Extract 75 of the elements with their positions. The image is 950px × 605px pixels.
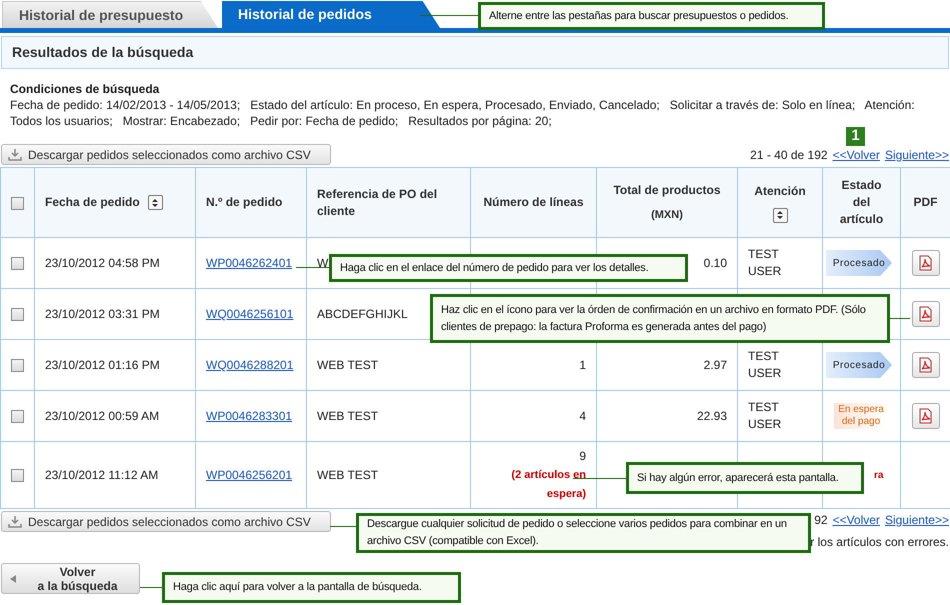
order-date: 23/10/2012 01:16 PM (45, 358, 160, 372)
order-date: 23/10/2012 11:12 AM (45, 468, 158, 482)
checkbox[interactable] (11, 196, 24, 210)
checkbox[interactable] (11, 308, 24, 322)
csv-download-button[interactable]: Descargar pedidos seleccionados como archivo CSV (1, 511, 331, 532)
on-hold-note: (2 artículos en espera) (510, 468, 586, 502)
column-header[interactable]: N.º de pedido (206, 194, 282, 211)
download-icon (8, 514, 22, 528)
tab[interactable]: Historial de presupuesto (2, 1, 218, 28)
pdf-button[interactable] (912, 250, 940, 276)
step-badge: 1 (846, 127, 865, 146)
error-note: r los artículos con errores. (810, 534, 949, 551)
po-reference: ABCDEFGHIJKL (317, 307, 408, 321)
callout-text: Si hay algún error, aparecerá esta pantalla. (637, 470, 839, 486)
left-arrow-icon (10, 574, 16, 582)
column-subheader: (MXN) (650, 208, 684, 222)
back-to-search-button[interactable]: Volver a la búsqueda (1, 563, 140, 594)
result-range: 21 - 40 de 192 (750, 147, 828, 164)
checkbox[interactable] (11, 359, 24, 372)
callout-text: Haz clic en el ícono para ver la órden de confirmación en un archivo en formato PDF. (Sólo clientes de prepago: la factura Proforma es generada antes del pago) (441, 302, 867, 334)
status-label: Procesado (826, 250, 892, 276)
po-reference: WEB TEST (317, 358, 378, 372)
column-header[interactable]: PDF (914, 194, 938, 211)
download-icon (8, 148, 22, 162)
column-header[interactable]: Atención (754, 182, 806, 200)
csv-download-button[interactable]: Descargar pedidos seleccionados como archivo CSV (1, 144, 331, 165)
sort-button[interactable] (148, 195, 163, 210)
previous-link[interactable]: <<Volver (832, 511, 880, 529)
tab[interactable]: Historial de pedidos (222, 1, 440, 28)
pdf-icon (918, 255, 933, 271)
product-total: 0.10 (704, 256, 727, 270)
po-reference: WEB TEST (317, 468, 378, 482)
order-date: 23/10/2012 00:59 AM (45, 409, 160, 423)
column-header[interactable]: Número de líneas (483, 194, 584, 211)
previous-link[interactable]: <<Volver (832, 146, 880, 164)
checkbox[interactable] (11, 257, 24, 270)
attention-name: TEST USER (748, 348, 782, 382)
next-link[interactable]: Siguiente>> (884, 511, 949, 529)
product-total: 2.97 (704, 358, 727, 372)
conditions-title: Condiciones de búsqueda (10, 81, 160, 97)
section-title: Resultados de la búsqueda (12, 43, 194, 62)
pdf-icon (918, 306, 933, 322)
line-count: 1 (578, 356, 586, 374)
attention-name: TEST USER (748, 399, 782, 433)
sort-icon (151, 198, 160, 208)
attention-name: TEST USER (748, 246, 782, 280)
column-header[interactable]: Estado del artículo (836, 177, 886, 228)
sort-icon (776, 210, 784, 220)
pdf-icon (918, 408, 933, 424)
order-date: 23/10/2012 04:58 PM (45, 256, 160, 270)
result-range: 92 (814, 512, 828, 529)
pdf-button[interactable] (912, 301, 940, 327)
column-header[interactable]: Fecha de pedido (45, 194, 140, 211)
checkbox[interactable] (11, 410, 24, 424)
order-number-link[interactable]: WP0046256201 (206, 468, 292, 482)
po-reference: W (317, 256, 328, 270)
next-link[interactable]: Siguiente>> (884, 146, 949, 164)
conditions-text: Fecha de pedido: 14/02/2013 - 14/05/2013; Estado del artículo: En proceso, En espera, Procesado, Enviado, Cancelado; Solicitar a través de: Solo en línea; Atención: Todos los usuarios; Mostrar: Encabezado; Pedir por: Fecha de pedido; Resultados por página: 20; (10, 97, 916, 129)
status-label: Procesado (826, 352, 892, 378)
po-reference: WEB TEST (317, 409, 378, 423)
line-count: 4 (578, 408, 586, 424)
callout-text: Descargue cualquier solicitud de pedido o seleccione varios pedidos para combinar en un archivo CSV (compatible con Excel). (367, 517, 788, 549)
callout-text: Haga clic aquí para volver a la pantalla de búsqueda. (173, 580, 422, 595)
order-date: 23/10/2012 03:31 PM (45, 307, 160, 321)
product-total: 22.93 (696, 409, 727, 423)
callout-text: Haga clic en el enlace del número de pedido para ver los detalles. (340, 260, 648, 276)
pdf-button[interactable] (912, 352, 940, 378)
checkbox[interactable] (11, 469, 24, 482)
pdf-button[interactable] (912, 403, 940, 429)
callout-text: Alterne entre las pestañas para buscar presupuestos o pedidos. (489, 8, 788, 24)
column-header[interactable]: Referencia de PO del cliente (317, 186, 460, 220)
column-header[interactable]: Total de productos (613, 182, 721, 198)
pdf-icon (918, 357, 933, 373)
line-count: 9 (578, 448, 586, 464)
sort-button[interactable] (772, 208, 788, 222)
